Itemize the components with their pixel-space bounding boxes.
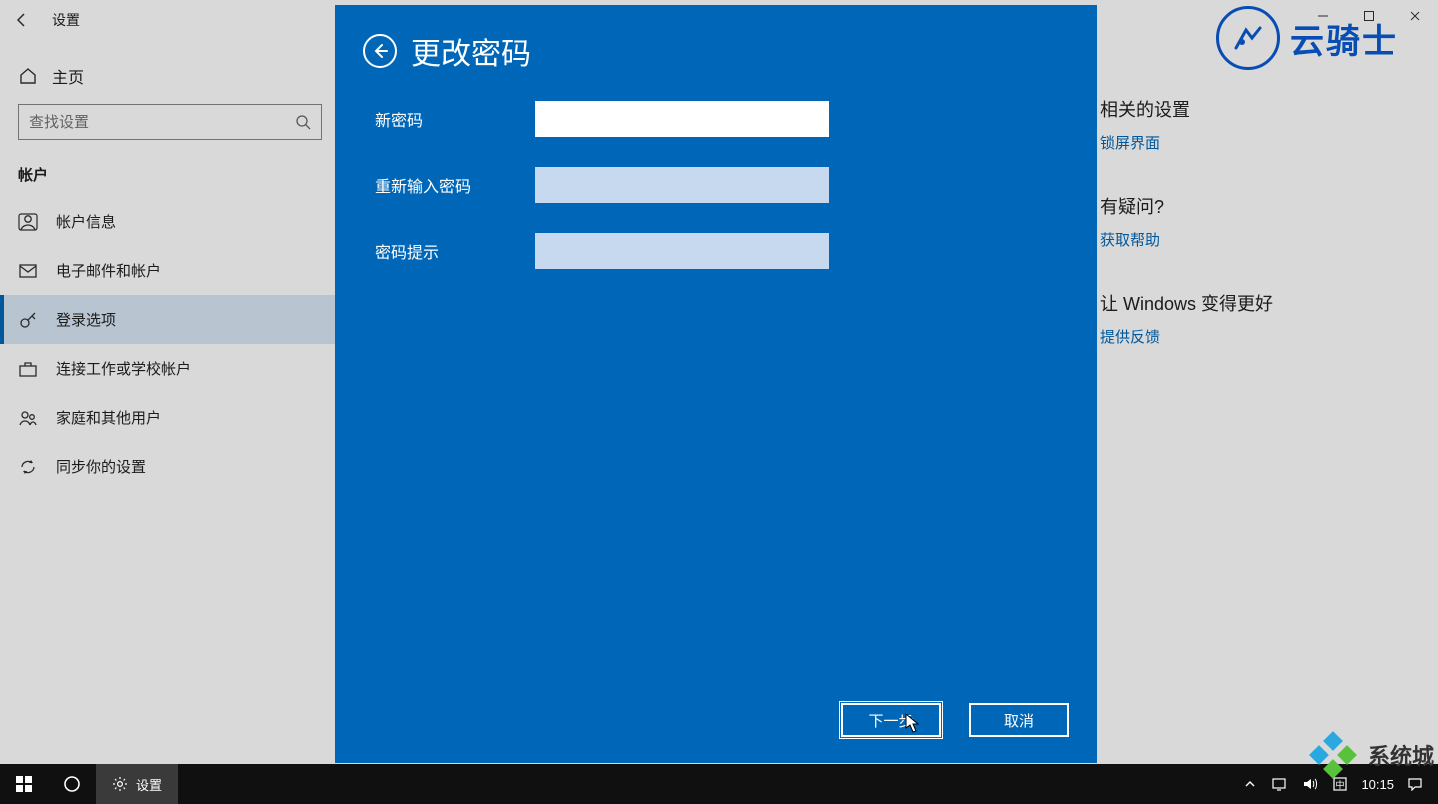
input-confirm-password[interactable] <box>535 167 829 203</box>
tray-chevron-up-icon[interactable] <box>1241 775 1259 793</box>
input-password-hint[interactable] <box>535 233 829 269</box>
next-button-label: 下一步 <box>868 710 913 731</box>
window-title: 设置 <box>52 10 80 30</box>
link-feedback[interactable]: 提供反馈 <box>1100 326 1414 347</box>
nav-item-label: 家庭和其他用户 <box>56 407 161 428</box>
network-icon[interactable] <box>1271 775 1289 793</box>
settings-sidebar: 主页 帐户 帐户信息 电子邮件和帐户 登录选项 <box>0 40 340 764</box>
nav-item-work-school[interactable]: 连接工作或学校帐户 <box>0 344 340 393</box>
nav-item-label: 同步你的设置 <box>56 456 146 477</box>
search-box[interactable] <box>18 104 322 140</box>
people-icon <box>18 408 38 428</box>
nav-item-label: 帐户信息 <box>56 211 116 232</box>
nav-item-family-users[interactable]: 家庭和其他用户 <box>0 393 340 442</box>
brand-text: 云骑士 <box>1290 14 1398 63</box>
nav-item-sync-settings[interactable]: 同步你的设置 <box>0 442 340 491</box>
link-lock-screen[interactable]: 锁屏界面 <box>1100 132 1414 153</box>
label-confirm-password: 重新输入密码 <box>375 173 535 197</box>
back-button[interactable] <box>0 0 44 40</box>
next-button[interactable]: 下一步 <box>841 703 941 737</box>
change-password-modal: 更改密码 新密码 重新输入密码 密码提示 下一步 取消 <box>335 5 1097 763</box>
nav-item-email-accounts[interactable]: 电子邮件和帐户 <box>0 246 340 295</box>
input-new-password[interactable] <box>535 101 829 137</box>
nav-item-label: 登录选项 <box>56 309 116 330</box>
settings-right-panel: 相关的设置 锁屏界面 有疑问? 获取帮助 让 Windows 变得更好 提供反馈 <box>1100 96 1414 387</box>
mail-icon <box>18 261 38 281</box>
home-link[interactable]: 主页 <box>0 58 340 104</box>
taskbar: 设置 中 10:15 <box>0 764 1438 804</box>
corner-watermark-icon <box>1308 730 1358 780</box>
key-icon <box>18 310 38 330</box>
section-label: 帐户 <box>0 164 340 197</box>
svg-text:中: 中 <box>1336 779 1345 790</box>
close-button[interactable] <box>1392 0 1438 32</box>
cortana-button[interactable] <box>48 764 96 804</box>
search-input[interactable] <box>29 114 295 131</box>
label-new-password: 新密码 <box>375 107 535 131</box>
start-button[interactable] <box>0 764 48 804</box>
gear-icon <box>112 776 128 792</box>
home-icon <box>18 66 38 86</box>
right-heading: 相关的设置 <box>1100 96 1414 122</box>
modal-title: 更改密码 <box>411 29 531 73</box>
modal-back-button[interactable] <box>363 34 397 68</box>
taskbar-app-settings[interactable]: 设置 <box>96 764 178 804</box>
home-label: 主页 <box>52 64 84 88</box>
brand-watermark: 云骑士 <box>1216 6 1398 70</box>
nav-item-label: 电子邮件和帐户 <box>56 260 161 281</box>
corner-watermark-text: 系统城 <box>1368 739 1434 771</box>
nav-item-signin-options[interactable]: 登录选项 <box>0 295 340 344</box>
label-password-hint: 密码提示 <box>375 239 535 263</box>
nav-item-label: 连接工作或学校帐户 <box>56 358 191 379</box>
nav-item-account-info[interactable]: 帐户信息 <box>0 197 340 246</box>
right-heading: 让 Windows 变得更好 <box>1100 290 1414 316</box>
cancel-button[interactable]: 取消 <box>969 703 1069 737</box>
link-get-help[interactable]: 获取帮助 <box>1100 229 1414 250</box>
brand-logo-icon <box>1216 6 1280 70</box>
search-icon <box>295 114 311 130</box>
user-icon <box>18 212 38 232</box>
cancel-button-label: 取消 <box>1004 710 1034 731</box>
briefcase-icon <box>18 359 38 379</box>
right-heading: 有疑问? <box>1100 193 1414 219</box>
taskbar-app-label: 设置 <box>136 775 162 794</box>
corner-watermark: 系统城 <box>1308 730 1434 780</box>
nav-list: 帐户信息 电子邮件和帐户 登录选项 连接工作或学校帐户 家庭和其他用户 同步你的… <box>0 197 340 491</box>
sync-icon <box>18 457 38 477</box>
